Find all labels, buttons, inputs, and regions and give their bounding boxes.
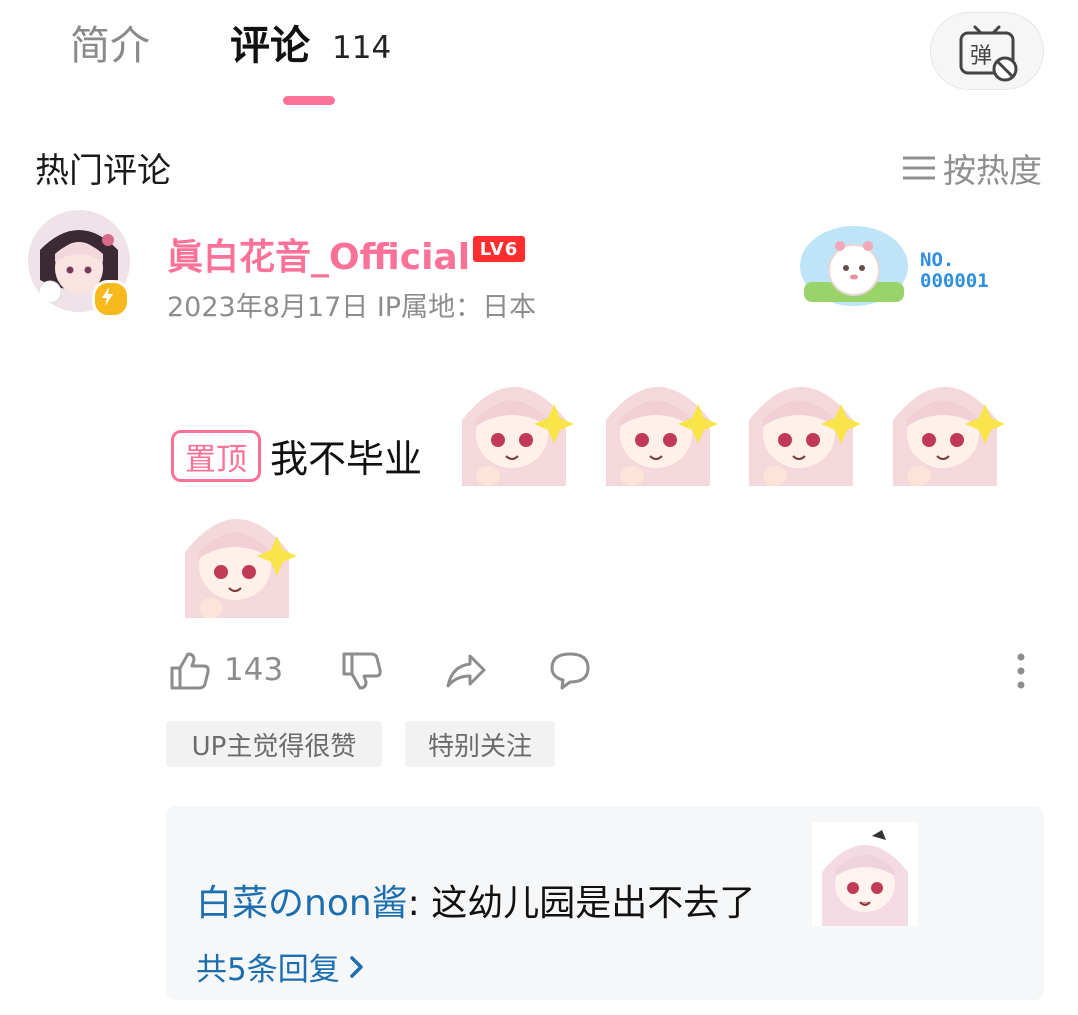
sticker-image[interactable] <box>812 822 918 926</box>
section-title: 热门评论 <box>35 151 171 191</box>
reply-preview-line: 白菜のnon酱: 这幼儿园是出不去了 <box>196 874 755 926</box>
sticker-image[interactable] <box>879 360 1011 486</box>
sticker-image[interactable] <box>171 492 303 618</box>
sticker-image[interactable] <box>592 360 724 486</box>
comment-meta: 2023年8月17日 IP属地：日本 <box>167 285 536 324</box>
like-button[interactable] <box>168 650 212 696</box>
active-tab-indicator <box>283 96 335 105</box>
view-replies-label: 共5条回复 <box>196 952 340 988</box>
sort-button[interactable]: 按热度 <box>901 144 1042 192</box>
tag-special-follow: 特别关注 <box>405 721 555 767</box>
reply-username[interactable]: 白菜のnon酱 <box>196 883 408 924</box>
danmaku-off-icon: 弹 <box>959 25 1018 82</box>
more-options-icon[interactable] <box>1014 652 1028 692</box>
comment-username[interactable]: 眞白花音_Official <box>167 228 470 280</box>
user-level-badge: LV6 <box>473 236 525 262</box>
thumbs-up-icon <box>170 652 210 690</box>
chevron-right-icon <box>349 955 363 978</box>
comment-count: 114 <box>332 30 392 66</box>
verified-lightning-icon <box>92 280 130 318</box>
comment-date: 2023年8月17日 <box>167 292 369 323</box>
speech-bubble-icon <box>550 652 590 690</box>
view-replies-link[interactable]: 共5条回复 <box>196 944 368 989</box>
fan-medal-badge[interactable] <box>798 222 918 308</box>
danmaku-toggle-button[interactable]: 弹 <box>930 12 1044 90</box>
reply-text: : 这幼儿园是出不去了 <box>407 883 756 924</box>
comment-ip: IP属地：日本 <box>376 292 537 323</box>
sort-label: 按热度 <box>943 151 1042 190</box>
sticker-image[interactable] <box>448 360 580 486</box>
comment-text: 我不毕业 <box>270 437 423 481</box>
tab-intro[interactable]: 简介 <box>70 20 150 72</box>
tag-up-liked: UP主觉得很赞 <box>166 721 382 767</box>
danmaku-label: 弹 <box>970 44 992 69</box>
like-count: 143 <box>224 652 284 688</box>
share-button[interactable] <box>444 650 488 696</box>
thumbs-down-icon <box>342 652 382 690</box>
reply-button[interactable] <box>548 650 592 696</box>
menu-lines-icon <box>903 156 935 180</box>
pinned-tag: 置顶 <box>171 430 261 482</box>
sticker-image[interactable] <box>735 360 867 486</box>
fan-medal-number: NO. 000001 <box>920 249 989 292</box>
tab-comments[interactable]: 评论 <box>230 20 310 72</box>
share-arrow-icon <box>446 654 486 688</box>
dislike-button[interactable] <box>340 650 384 696</box>
